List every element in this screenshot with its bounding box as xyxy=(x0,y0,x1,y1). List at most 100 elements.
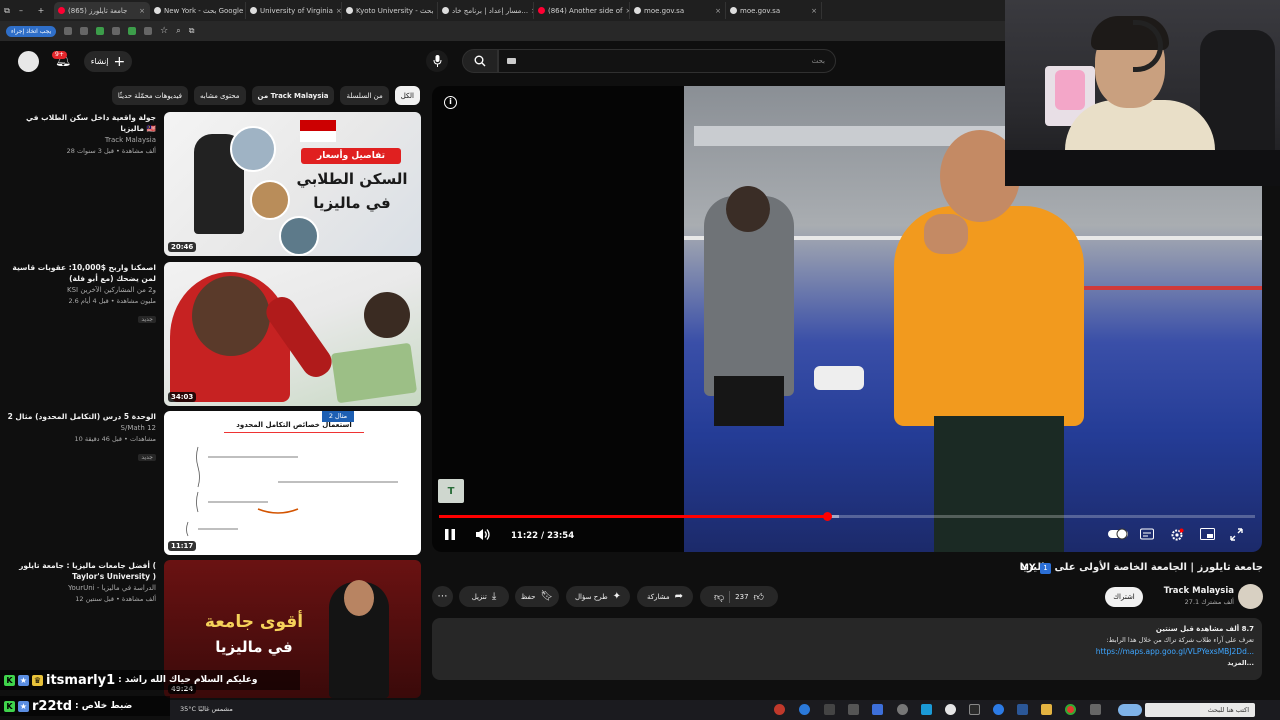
video-title[interactable]: اصمكنا واربح $10,000: عقوبات قاسية لمن ي… xyxy=(0,262,156,284)
star-icon[interactable]: ☆ xyxy=(160,26,168,36)
recommendation-item[interactable]: استعمال خصائص التكامل المحدود مثال 2 11:… xyxy=(0,411,421,556)
tab-label: (864) Another side of xyxy=(548,6,623,15)
browser-tab[interactable]: University of Virginia × xyxy=(246,2,342,19)
widgets-icon[interactable] xyxy=(1118,704,1142,716)
autoplay-toggle[interactable] xyxy=(1108,528,1128,543)
app-icon[interactable] xyxy=(897,704,908,715)
channel-watermark-icon[interactable]: T xyxy=(438,479,464,503)
fullscreen-icon[interactable] xyxy=(1230,528,1243,544)
subtitles-icon[interactable] xyxy=(1140,528,1154,543)
download-button[interactable]: تنزيل ⤓ xyxy=(459,586,509,607)
new-tab-icon[interactable]: + xyxy=(34,6,48,15)
close-icon[interactable]: × xyxy=(139,7,145,15)
progress-bar[interactable] xyxy=(439,512,1255,521)
chip-related[interactable]: محتوى مشابه xyxy=(194,86,246,105)
dislike-icon[interactable]: 👎︎ xyxy=(714,591,724,603)
extension-icon[interactable] xyxy=(96,27,105,35)
close-icon[interactable]: × xyxy=(811,7,817,15)
video-views: 10 مشاهدات • قبل 46 دقيقة xyxy=(74,435,157,443)
crown-badge-icon: ♛ xyxy=(32,674,43,686)
save-button[interactable]: حفظ 🔖︎ xyxy=(515,586,559,607)
volume-icon[interactable] xyxy=(475,528,491,544)
minimize-icon[interactable]: – xyxy=(14,6,28,15)
weather-widget[interactable]: 35°C مشمس غالبًا xyxy=(180,705,233,713)
taskbar-search-input[interactable]: اكتب هنا للبحث xyxy=(1145,703,1255,717)
browser-tab[interactable]: مسار إعداد | برنامج خاد...× xyxy=(438,2,534,19)
share-button[interactable]: مشاركة ➦ xyxy=(637,586,693,607)
video-title[interactable]: جولة واقعية داخل سكن الطلاب في ماليزيا 🇲… xyxy=(0,112,156,134)
settings-gear-icon[interactable] xyxy=(1170,528,1184,545)
window-menu-icon[interactable]: ⧉ xyxy=(0,6,14,16)
channel-name[interactable]: Track Malaysia xyxy=(1140,586,1234,596)
browser-tab[interactable]: جامعة تايلورز (865) × xyxy=(54,2,150,19)
bookmark-icon: 🔖︎ xyxy=(540,591,554,602)
chip-from-channel[interactable]: من Track Malaysia xyxy=(251,86,335,105)
description-link[interactable]: https://maps.app.goo.gl/VLPYexsMBJ2Dd... xyxy=(440,646,1254,658)
browser-tab[interactable]: moe.gov.sa × xyxy=(630,2,726,19)
chip-from-series[interactable]: من السلسلة xyxy=(340,86,389,105)
app-icon[interactable] xyxy=(848,704,859,715)
close-icon[interactable]: × xyxy=(715,7,721,15)
recommendation-item[interactable]: تفاصيل وأسعار السكن الطلابي في ماليزيا 2… xyxy=(0,112,421,257)
task-view-icon[interactable] xyxy=(824,704,835,715)
app-icon[interactable] xyxy=(872,704,883,715)
chrome-icon[interactable] xyxy=(1065,704,1076,715)
video-thumbnail[interactable]: استعمال خصائص التكامل المحدود مثال 2 11:… xyxy=(164,411,421,555)
miniplayer-icon[interactable] xyxy=(1200,528,1215,543)
obs-icon[interactable] xyxy=(945,704,956,715)
video-thumbnail[interactable]: تفاصيل وأسعار السكن الطلابي في ماليزيا 2… xyxy=(164,112,421,256)
recommendation-item[interactable]: 34:03 اصمكنا واربح $10,000: عقوبات قاسية… xyxy=(0,262,421,407)
browser-tab[interactable]: moe.gov.sa × xyxy=(726,2,822,19)
like-icon[interactable]: 👍︎ xyxy=(754,591,764,603)
keyboard-icon[interactable] xyxy=(507,58,516,64)
more-actions-button[interactable]: ⋯ xyxy=(432,586,453,607)
chip-recently-uploaded[interactable]: فيديوهات محمّلة حديثًا xyxy=(111,86,188,105)
search-input[interactable]: بحث xyxy=(498,49,836,73)
app-icon[interactable] xyxy=(774,704,785,715)
browser-tab[interactable]: Kyoto University - بحث× xyxy=(342,2,438,19)
info-icon[interactable]: i xyxy=(444,96,457,109)
video-title[interactable]: أفضل جامعات ماليزيا : جامعة تايلور ( Tay… xyxy=(0,560,156,582)
channel-name[interactable]: S/Math 12 xyxy=(0,423,156,434)
thumb-caption: السكن الطلابي xyxy=(296,170,408,188)
voice-search-mic-icon[interactable] xyxy=(426,50,448,72)
extension-icon[interactable] xyxy=(128,27,137,35)
channel-avatar[interactable] xyxy=(1238,584,1263,609)
close-icon[interactable]: × xyxy=(336,7,341,15)
show-more-button[interactable]: ...المزيد xyxy=(440,658,1254,669)
extension-icon[interactable] xyxy=(64,27,73,35)
extension-icon[interactable] xyxy=(80,27,89,35)
pause-icon[interactable] xyxy=(444,528,456,544)
subscriber-badge-icon: ★ xyxy=(18,674,29,686)
subscribe-button[interactable]: اشتراك xyxy=(1105,587,1143,607)
ask-button[interactable]: طرح سؤال ✦ xyxy=(566,586,630,607)
action-required-pill[interactable]: يجب اتخاذ إجراء xyxy=(6,25,57,37)
chat-username: r22td xyxy=(32,698,73,714)
extension-icon[interactable] xyxy=(112,27,121,35)
telegram-icon[interactable] xyxy=(921,704,932,715)
progress-scrubber[interactable] xyxy=(823,512,833,521)
player-controls: 11:22 / 23:54 xyxy=(432,524,1262,548)
app-icon[interactable] xyxy=(969,704,980,715)
channel-name[interactable]: KSI و2 من المشاركين الآخرين xyxy=(0,285,156,296)
channel-name[interactable]: Track Malaysia xyxy=(0,135,156,146)
browser-tab[interactable]: (864) Another side of× xyxy=(534,2,630,19)
windows-taskbar: 35°C مشمس غالبًا اكتب هنا للبحث xyxy=(170,700,1280,720)
file-explorer-icon[interactable] xyxy=(1041,704,1052,715)
edge-icon[interactable] xyxy=(993,704,1004,715)
chip-all[interactable]: الكل xyxy=(394,86,420,105)
video-description[interactable]: 8.7 ألف مشاهدة قبل سنتين تعرف على آراء ط… xyxy=(432,618,1262,680)
video-title[interactable]: الوحدة 5 درس (التكامل المحدود) مثال 2 xyxy=(0,411,156,422)
app-icon[interactable] xyxy=(799,704,810,715)
extension-icon[interactable] xyxy=(144,27,153,35)
create-button[interactable]: إنشاء + xyxy=(84,51,132,72)
zoom-icon[interactable]: ⌕ xyxy=(176,26,180,36)
app-icon[interactable] xyxy=(1017,704,1028,715)
channel-name[interactable]: YourUni - الدراسة في ماليزيا xyxy=(0,583,156,594)
browser-tab[interactable]: New York - بحث Google× xyxy=(150,2,246,19)
app-icon[interactable] xyxy=(1090,704,1101,715)
account-avatar[interactable] xyxy=(18,51,39,72)
search-button[interactable] xyxy=(462,49,498,73)
video-thumbnail[interactable]: 34:03 xyxy=(164,262,421,406)
share-page-icon[interactable]: ⧉ xyxy=(189,26,195,36)
